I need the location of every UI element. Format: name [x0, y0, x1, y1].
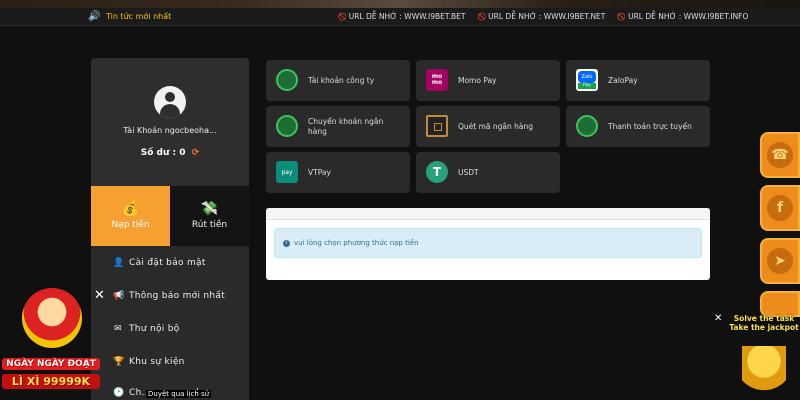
deposit-form-panel: i vui lòng chọn phương thức nạp tiền [266, 208, 710, 280]
jackpot-text: Solve the task Take the jackpot [729, 314, 799, 332]
no-entry-icon: 🚫 [338, 12, 347, 21]
account-sidebar: Tài Khoản ngocbeoha... Số dư : 0 ⟳ 💰 Nạp… [91, 58, 249, 400]
envelope-icon: ✉ [114, 324, 122, 334]
menu-item-notifications[interactable]: 📢 Thông báo mới nhất [113, 291, 225, 301]
payment-vtpay[interactable]: pay VTPay [266, 152, 410, 193]
support-button[interactable]: ☎ [760, 132, 800, 178]
payment-online[interactable]: Thanh toán trực tuyến [566, 106, 710, 147]
menu-item-security[interactable]: 👤 Cài đặt bảo mật [113, 258, 206, 268]
promo-lixi-banner[interactable]: NGÀY NGÀY ĐOẠT LÌ XÌ 99999K [0, 288, 100, 400]
account-name: Tài Khoản ngocbeoha... [123, 126, 217, 135]
tab-withdraw-label: Rút tiền [191, 220, 228, 230]
facebook-icon: f [767, 195, 793, 221]
jackpot-promo[interactable]: ✕ Solve the task Take the jackpot [712, 310, 800, 400]
url-item[interactable]: 🚫 URL DỄ NHỚ : WWW.I9BET.INFO [617, 12, 748, 21]
info-icon: i [283, 239, 290, 247]
menu-item-inbox[interactable]: ✉ Thư nội bộ [113, 324, 180, 334]
menu-item-events[interactable]: 🏆 Khu sự kiện [113, 357, 185, 367]
tab-deposit-label: Nạp tiền [111, 220, 150, 230]
user-icon [165, 92, 175, 102]
tooltip: Duyệt qua lịch sử [146, 390, 212, 398]
payment-usdt[interactable]: T USDT [416, 152, 560, 193]
top-banner-strip [0, 0, 800, 8]
momo-icon: mo mo [426, 69, 448, 91]
payment-bank-transfer[interactable]: Chuyển khoản ngân hàng [266, 106, 410, 147]
promo-line-1: NGÀY NGÀY ĐOẠT [2, 358, 100, 370]
payment-momo[interactable]: mo mo Momo Pay [416, 60, 560, 101]
url-list: 🚫 URL DỄ NHỚ : WWW.I9BET.BET 🚫 URL DỄ NHỚ … [338, 12, 748, 21]
balance: Số dư : 0 ⟳ [91, 148, 249, 158]
tab-deposit[interactable]: 💰 Nạp tiền [91, 186, 170, 246]
trophy-icon [742, 346, 786, 396]
balance-label: Số dư : [140, 148, 177, 158]
money-bag-icon: 💰 [121, 201, 140, 217]
globe-icon [576, 115, 598, 137]
globe-icon [276, 115, 298, 137]
panel-header [266, 208, 710, 220]
profile-card: Tài Khoản ngocbeoha... Số dư : 0 ⟳ [91, 58, 249, 186]
fortune-god-icon [22, 288, 82, 348]
history-icon: 🕑 [113, 388, 125, 398]
no-entry-icon: 🚫 [477, 12, 487, 21]
news-ticker: 🔊 Tin tức mới nhất 🚫 URL DỄ NHỚ : WWW.I9B… [0, 8, 800, 26]
payment-bank-qr[interactable]: Quét mã ngân hàng [416, 106, 560, 147]
url-item[interactable]: 🚫 URL DỄ NHỚ : WWW.I9BET.NET [477, 12, 605, 21]
hand-money-icon: 💸 [200, 201, 219, 217]
zalopay-icon: Zalo Pay [576, 69, 598, 91]
refresh-icon[interactable]: ⟳ [192, 148, 200, 158]
usdt-icon: T [426, 161, 448, 183]
avatar [154, 86, 186, 118]
promo-line-2: LÌ XÌ 99999K [2, 374, 100, 389]
wallet-tabs: 💰 Nạp tiền 💸 Rút tiền [91, 186, 249, 246]
vtpay-icon: pay [276, 161, 298, 183]
speaker-icon: 🔊 [88, 11, 101, 22]
no-entry-icon: 🚫 [617, 12, 627, 21]
url-item[interactable]: 🚫 URL DỄ NHỚ : WWW.I9BET.BET [338, 12, 465, 21]
headset-icon: ☎ [767, 142, 793, 168]
telegram-icon: ➤ [767, 248, 793, 274]
info-alert: i vui lòng chọn phương thức nạp tiền [274, 228, 702, 258]
user-cog-icon: 👤 [113, 258, 125, 268]
close-icon[interactable]: ✕ [714, 313, 722, 324]
qr-icon [426, 115, 448, 137]
payment-zalopay[interactable]: Zalo Pay ZaloPay [566, 60, 710, 101]
balance-value: 0 [179, 148, 186, 158]
news-label[interactable]: Tin tức mới nhất [106, 12, 171, 21]
trophy-icon: 🏆 [113, 357, 125, 367]
tab-withdraw[interactable]: 💸 Rút tiền [170, 186, 249, 246]
payment-company-account[interactable]: Tài khoản công ty [266, 60, 410, 101]
account-menu: 👤 Cài đặt bảo mật 📢 Thông báo mới nhất ✉… [91, 246, 249, 400]
megaphone-icon: 📢 [113, 291, 125, 301]
telegram-button[interactable]: ➤ [760, 238, 800, 284]
facebook-button[interactable]: f [760, 185, 800, 231]
globe-icon [276, 69, 298, 91]
